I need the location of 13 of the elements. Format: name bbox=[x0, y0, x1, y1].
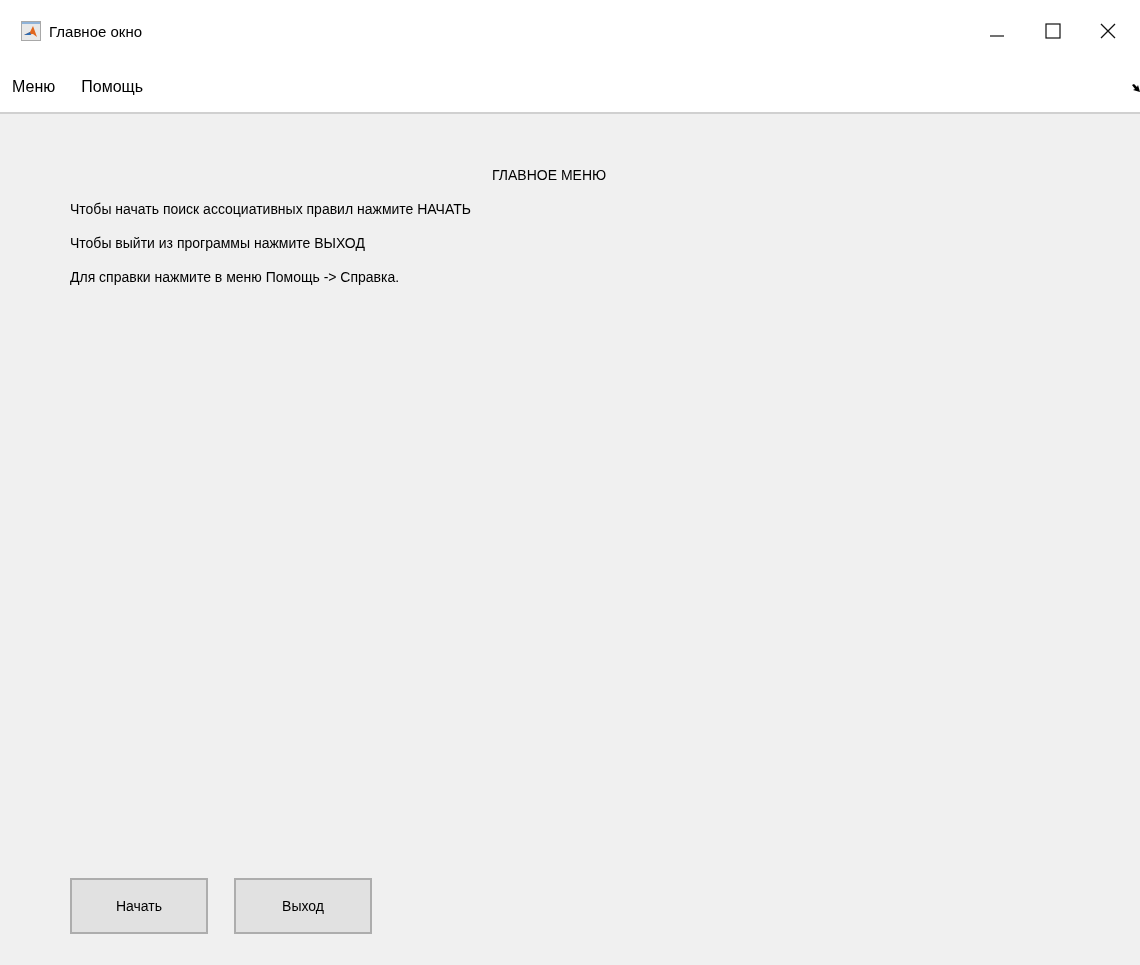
menu-item[interactable]: Меню bbox=[10, 74, 66, 100]
heading: ГЛАВНОЕ МЕНЮ bbox=[492, 166, 607, 184]
instruction-text: Чтобы начать поиск ассоциативных правил нажмите НАЧАТЬ bbox=[70, 201, 471, 217]
exit-button[interactable]: Выход bbox=[234, 878, 372, 934]
close-icon[interactable] bbox=[1100, 23, 1116, 39]
dock-arrow-icon[interactable] bbox=[1132, 84, 1140, 92]
maximize-icon[interactable] bbox=[1045, 23, 1061, 39]
instruction-text: Чтобы выйти из программы нажмите ВЫХОД bbox=[70, 235, 365, 251]
app-icon bbox=[21, 21, 41, 41]
menu-item[interactable]: Помощь bbox=[79, 74, 154, 100]
instruction-text: Для справки нажмите в меню Помощь -> Справка. bbox=[70, 269, 400, 285]
start-button[interactable]: Начать bbox=[70, 878, 208, 934]
window-title: Главное окно bbox=[49, 22, 142, 40]
